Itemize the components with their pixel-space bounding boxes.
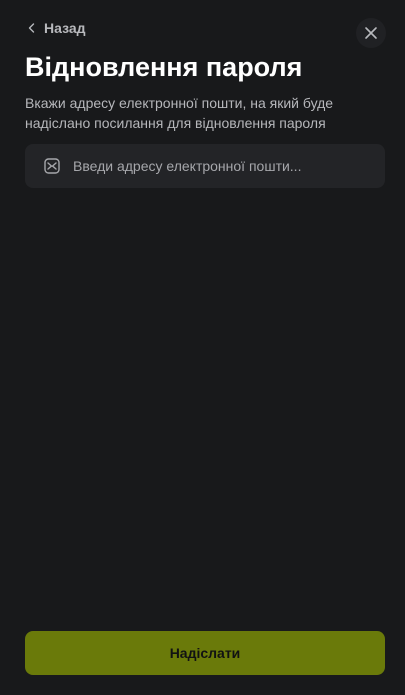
page-title: Відновлення пароля: [25, 52, 303, 82]
back-button-label: Назад: [44, 20, 86, 36]
submit-button[interactable]: Надіслати: [25, 631, 385, 675]
password-recovery-modal: Назад Відновлення пароля Вкажи адресу ел…: [0, 0, 405, 695]
close-icon: [364, 26, 378, 40]
page-subtitle: Вкажи адресу електронної пошти, на який …: [25, 95, 334, 131]
email-input[interactable]: [73, 144, 385, 188]
mail-icon: [43, 157, 61, 175]
back-button[interactable]: Назад: [26, 17, 86, 39]
email-field[interactable]: [25, 144, 385, 188]
chevron-left-icon: [26, 22, 38, 34]
close-button[interactable]: [356, 18, 386, 48]
